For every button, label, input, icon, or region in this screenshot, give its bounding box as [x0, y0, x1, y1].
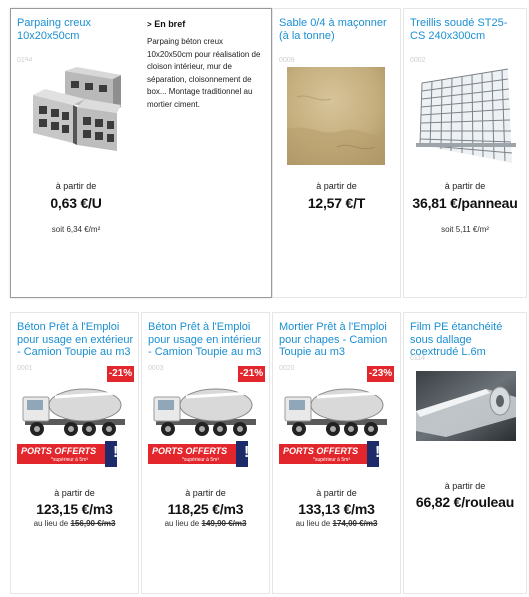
product-card-treillis[interactable]: Treillis soudé ST25-CS 240x300cm 0002 à … [403, 8, 527, 298]
price-from-label: à partir de [185, 488, 226, 498]
product-title[interactable]: Sable 0/4 à maçonner (à la tonne) [279, 17, 396, 42]
product-image-concrete-blocks[interactable] [25, 61, 123, 159]
svg-text:!: ! [375, 444, 380, 461]
product-title[interactable]: Parpaing creux 10x20x50cm [17, 17, 127, 42]
ports-offerts-condition: *supérieur à 5m³ [182, 457, 219, 463]
price-from-label: à partir de [54, 488, 95, 498]
product-card-beton-interieur[interactable]: Béton Prêt à l'Emploi pour usage en inté… [141, 312, 270, 594]
discount-badge: -23% [367, 366, 394, 382]
old-price: au lieu de 149,90 €/m3 [142, 519, 269, 528]
ports-offerts-label: PORTS OFFERTS [152, 446, 228, 456]
product-image-concrete-mixer-truck[interactable] [281, 383, 391, 439]
product-title[interactable]: Film PE étanchéité sous dallage coextrud… [410, 321, 522, 359]
product-image-plastic-film-roll[interactable] [416, 371, 516, 441]
product-ref: 0009 [279, 57, 295, 64]
product-card-sable[interactable]: Sable 0/4 à maçonner (à la tonne) 0009 à… [272, 8, 401, 298]
product-image-concrete-mixer-truck[interactable] [19, 383, 129, 439]
discount-badge: -21% [238, 366, 265, 382]
product-title[interactable]: Treillis soudé ST25-CS 240x300cm [410, 17, 522, 42]
product-price: 0,63 €/U [50, 195, 102, 211]
ports-offerts-banner: ! PORTS OFFERTS *supérieur à 5m³ [17, 441, 121, 467]
product-price: 133,13 €/m3 [298, 501, 375, 517]
svg-text:!: ! [244, 444, 249, 461]
price-from-label: à partir de [444, 181, 486, 191]
discount-badge: -21% [107, 366, 134, 382]
product-card-mortier[interactable]: Mortier Prêt à l'Emploi pour chapes - Ca… [272, 312, 401, 594]
product-image-concrete-mixer-truck[interactable] [150, 383, 260, 439]
product-card-beton-exterieur[interactable]: Béton Prêt à l'Emploi pour usage en exté… [10, 312, 139, 594]
product-title[interactable]: Béton Prêt à l'Emploi pour usage en inté… [148, 321, 265, 359]
product-ref: 0114 [410, 355, 426, 362]
price-per-m2: soit 5,11 €/m² [441, 225, 489, 234]
ports-offerts-condition: *supérieur à 5m³ [51, 457, 88, 463]
product-price: 12,57 €/T [307, 195, 366, 211]
old-price: au lieu de 156,90 €/m3 [11, 519, 138, 528]
old-price-value: 174,00 €/m3 [332, 519, 378, 528]
old-price-prefix: au lieu de [33, 519, 69, 528]
product-ref: 0002 [410, 57, 426, 64]
product-image-wire-mesh[interactable] [416, 67, 516, 165]
ports-offerts-label: PORTS OFFERTS [21, 446, 97, 456]
price-from-label: à partir de [55, 181, 97, 191]
brief-description: Parpaing béton creux 10x20x50cm pour réa… [147, 37, 261, 109]
ports-offerts-banner: ! PORTS OFFERTS *supérieur à 5m³ [279, 441, 383, 467]
old-price-prefix: au lieu de [164, 519, 200, 528]
product-price: 66,82 €/rouleau [415, 494, 515, 510]
ports-offerts-condition: *supérieur à 5m³ [313, 457, 350, 463]
product-image-sand[interactable] [287, 67, 385, 165]
product-card-film-pe[interactable]: Film PE étanchéité sous dallage coextrud… [403, 312, 527, 594]
old-price-value: 156,90 €/m3 [70, 519, 116, 528]
old-price-prefix: au lieu de [295, 519, 331, 528]
product-ref: 0001 [17, 365, 33, 372]
price-per-m2: soit 6,34 €/m² [51, 225, 101, 234]
product-card-parpaing[interactable]: Parpaing creux 10x20x50cm 0194 à partir … [10, 8, 272, 298]
product-ref: 0003 [148, 365, 164, 372]
brief-heading: > En bref [147, 19, 185, 29]
old-price-value: 149,90 €/m3 [201, 519, 247, 528]
price-from-label: à partir de [316, 181, 357, 191]
chevron-right-icon: > [147, 20, 152, 29]
product-price: 118,25 €/m3 [167, 501, 244, 517]
brief-title: En bref [154, 19, 186, 29]
old-price: au lieu de 174,00 €/m3 [273, 519, 400, 528]
price-from-label: à partir de [444, 481, 486, 491]
product-price: 36,81 €/panneau [412, 195, 518, 211]
ports-offerts-banner: ! PORTS OFFERTS *supérieur à 5m³ [148, 441, 252, 467]
price-from-label: à partir de [316, 488, 357, 498]
svg-text:!: ! [113, 444, 118, 461]
product-title[interactable]: Mortier Prêt à l'Emploi pour chapes - Ca… [279, 321, 396, 359]
product-ref: 0020 [279, 365, 295, 372]
product-price: 123,15 €/m3 [36, 501, 113, 517]
ports-offerts-label: PORTS OFFERTS [283, 446, 359, 456]
product-title[interactable]: Béton Prêt à l'Emploi pour usage en exté… [17, 321, 134, 359]
